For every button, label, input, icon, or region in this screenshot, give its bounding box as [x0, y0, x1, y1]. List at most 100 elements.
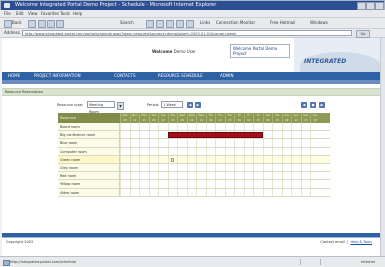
reservation-bar[interactable] — [167, 132, 263, 139]
minimize-button[interactable] — [357, 2, 366, 10]
time-slot-cell[interactable] — [205, 139, 216, 147]
time-slot-cell[interactable] — [148, 180, 159, 188]
close-button[interactable] — [375, 2, 384, 10]
time-slot-cell[interactable] — [291, 155, 301, 163]
resource-label[interactable]: Computer room — [58, 147, 120, 155]
links-label[interactable]: Links — [200, 20, 210, 26]
time-slot-cell[interactable] — [234, 180, 244, 188]
windows-link[interactable]: Windows — [310, 20, 328, 26]
time-slot-cell[interactable] — [300, 131, 311, 139]
time-slot-cell[interactable] — [148, 188, 159, 196]
time-slot-cell[interactable] — [139, 180, 149, 188]
time-slot-cell[interactable] — [196, 155, 206, 163]
time-slot-cell[interactable] — [281, 155, 292, 163]
last-page-icon[interactable]: ▶ — [319, 102, 325, 108]
time-slot-cell[interactable] — [186, 180, 197, 188]
resource-label[interactable]: Red room — [58, 172, 120, 180]
time-slot-cell[interactable] — [196, 172, 206, 180]
time-slot-cell[interactable] — [158, 131, 168, 139]
time-slot-cell[interactable] — [129, 172, 140, 180]
time-slot-cell[interactable] — [215, 188, 225, 196]
time-slot-cell[interactable] — [177, 123, 187, 131]
time-slot-cell[interactable] — [243, 147, 254, 155]
time-slot-cell[interactable] — [120, 188, 130, 196]
time-slot-cell[interactable] — [234, 164, 244, 172]
maximize-button[interactable] — [366, 2, 375, 10]
time-slot-cell[interactable] — [281, 180, 292, 188]
time-slot-cell[interactable] — [310, 188, 320, 196]
period-select[interactable]: 1 Week — [161, 101, 183, 108]
time-slot-cell[interactable] — [310, 123, 320, 131]
time-slot-cell[interactable] — [129, 131, 140, 139]
time-slot-cell[interactable] — [158, 188, 168, 196]
time-slot-cell[interactable] — [253, 164, 263, 172]
grid-row[interactable]: Big conference room — [58, 131, 330, 140]
previous-period-icon[interactable]: ◀ — [187, 102, 193, 108]
resource-label[interactable]: Green room — [58, 155, 120, 163]
help-link[interactable]: Help & Tools — [350, 240, 372, 244]
time-slot-cell[interactable] — [310, 147, 320, 155]
time-slot-cell[interactable] — [186, 172, 197, 180]
time-slot-cell[interactable] — [139, 131, 149, 139]
time-slot-cell[interactable] — [253, 188, 263, 196]
resource-label[interactable]: Video room — [58, 188, 120, 196]
time-slot-cell[interactable] — [158, 180, 168, 188]
favorites-icon[interactable] — [146, 20, 154, 28]
time-slot-cell[interactable] — [310, 155, 320, 163]
time-slot-cell[interactable] — [300, 188, 311, 196]
time-slot-cell[interactable] — [281, 188, 292, 196]
time-slot-cell[interactable] — [205, 172, 216, 180]
time-slot-cell[interactable] — [148, 123, 159, 131]
grid-row[interactable]: Board room — [58, 123, 330, 132]
time-slot-cell[interactable] — [234, 139, 244, 147]
time-slot-cell[interactable] — [205, 180, 216, 188]
resource-label[interactable]: Grey room — [58, 164, 120, 172]
time-slot-cell[interactable] — [139, 155, 149, 163]
media-icon[interactable] — [156, 20, 164, 28]
time-slot-cell[interactable] — [167, 180, 178, 188]
grid-row[interactable]: Blue room — [58, 139, 330, 148]
back-button[interactable]: Back — [12, 20, 22, 26]
time-slot-cell[interactable] — [253, 180, 263, 188]
time-slot-cell[interactable] — [243, 123, 254, 131]
time-slot-cell[interactable] — [177, 164, 187, 172]
search-button[interactable]: Search — [120, 20, 134, 26]
time-slot-cell[interactable] — [167, 188, 178, 196]
time-slot-cell[interactable] — [139, 172, 149, 180]
time-slot-cell[interactable] — [300, 172, 311, 180]
time-slot-cell[interactable] — [272, 180, 282, 188]
menu-favorites[interactable]: Favorites — [41, 10, 59, 17]
time-slot-cell[interactable] — [196, 147, 206, 155]
nav-contacts[interactable]: CONTACTS — [114, 72, 136, 80]
time-slot-cell[interactable] — [224, 164, 235, 172]
back-icon[interactable] — [4, 20, 12, 28]
time-slot-cell[interactable] — [272, 139, 282, 147]
time-slot-cell[interactable] — [272, 172, 282, 180]
home-icon[interactable] — [56, 20, 64, 28]
time-slot-cell[interactable] — [205, 188, 216, 196]
time-slot-cell[interactable] — [262, 123, 273, 131]
time-slot-cell[interactable] — [139, 147, 149, 155]
resource-type-select[interactable]: Meeting Room — [87, 101, 115, 114]
time-slot-cell[interactable] — [234, 155, 244, 163]
time-slot-cell[interactable] — [158, 155, 168, 163]
time-slot-cell[interactable] — [167, 172, 178, 180]
time-slot-cell[interactable] — [224, 139, 235, 147]
time-slot-cell[interactable] — [291, 147, 301, 155]
time-slot-cell[interactable] — [129, 164, 140, 172]
time-slot-cell[interactable] — [186, 155, 197, 163]
time-slot-cell[interactable] — [215, 164, 225, 172]
time-slot-cell[interactable] — [158, 139, 168, 147]
time-slot-cell[interactable] — [281, 123, 292, 131]
time-slot-cell[interactable] — [196, 164, 206, 172]
time-slot-cell[interactable] — [262, 172, 273, 180]
time-slot-cell[interactable] — [215, 155, 225, 163]
nav-admin[interactable]: ADMIN — [220, 72, 233, 80]
time-slot-cell[interactable] — [129, 180, 140, 188]
time-slot-cell[interactable] — [167, 147, 178, 155]
time-slot-cell[interactable] — [177, 155, 187, 163]
time-slot-cell[interactable] — [167, 164, 178, 172]
time-slot-cell[interactable] — [300, 180, 311, 188]
time-slot-cell[interactable] — [253, 123, 263, 131]
time-slot-cell[interactable] — [158, 164, 168, 172]
